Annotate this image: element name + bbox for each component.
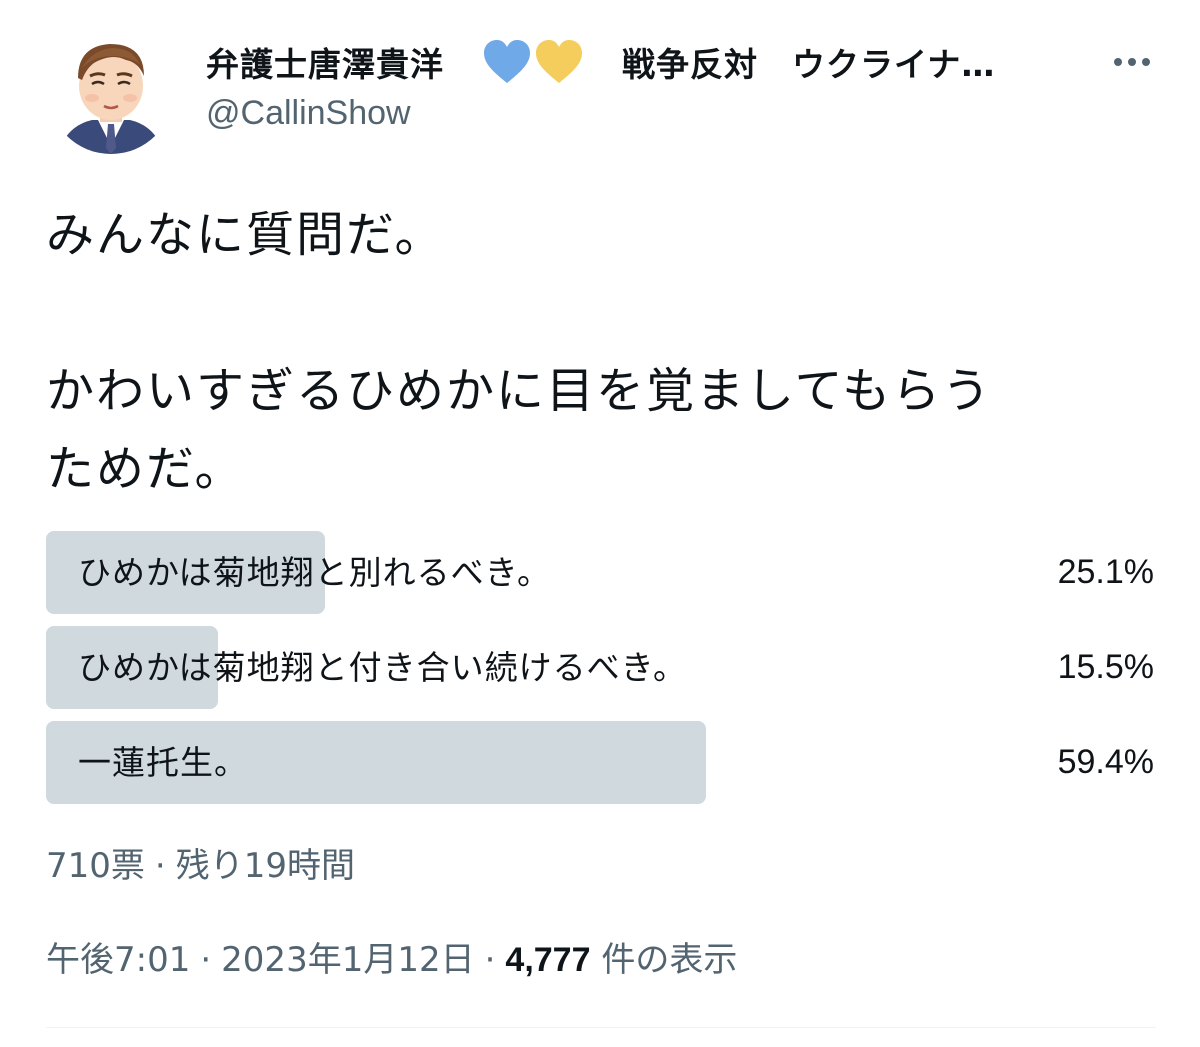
poll-meta: 710票 · 残り19時間 bbox=[46, 838, 355, 887]
more-dot-icon bbox=[1128, 58, 1136, 66]
poll-option-label: ひめかは菊地翔と別れるべき。 bbox=[78, 553, 552, 592]
heart-emojis bbox=[482, 39, 584, 85]
poll-option-percent: 59.4% bbox=[1057, 743, 1154, 781]
more-dot-icon bbox=[1114, 58, 1122, 66]
poll-vote-count: 710票 bbox=[46, 846, 145, 886]
views-count: 4,777 bbox=[505, 941, 591, 979]
blue-heart-icon bbox=[484, 40, 530, 83]
author-name-suffix[interactable]: 戦争反対 ウクライナ… bbox=[622, 38, 995, 86]
poll-option[interactable]: ひめかは菊地翔と別れるべき。 25.1% bbox=[46, 531, 1156, 614]
poll-option-percent: 25.1% bbox=[1057, 553, 1154, 591]
poll-time-remaining: 残り19時間 bbox=[175, 846, 355, 886]
timestamp-separator: · bbox=[484, 940, 496, 980]
poll-option-label: 一蓮托生。 bbox=[78, 743, 248, 782]
tweet-text: みんなに質問だ。 かわいすぎるひめかに目を覚ましてもらう ためだ。 bbox=[46, 207, 993, 497]
avatar[interactable] bbox=[48, 28, 174, 154]
poll-option-label: ひめかは菊地翔と付き合い続けるべき。 bbox=[78, 648, 688, 687]
poll-option[interactable]: ひめかは菊地翔と付き合い続けるべき。 15.5% bbox=[46, 626, 1156, 709]
poll-option-percent: 15.5% bbox=[1057, 648, 1154, 686]
poll-option[interactable]: 一蓮托生。 59.4% bbox=[46, 721, 1156, 804]
tweet-date[interactable]: 2023年1月12日 bbox=[221, 940, 474, 980]
more-options-button[interactable] bbox=[1108, 48, 1156, 76]
avatar-illustration bbox=[48, 28, 174, 154]
divider bbox=[46, 1027, 1156, 1028]
views-label: 件の表示 bbox=[601, 940, 738, 980]
more-dot-icon bbox=[1142, 58, 1150, 66]
author-handle[interactable]: @CallinShow bbox=[206, 94, 411, 133]
yellow-heart-icon bbox=[536, 40, 582, 83]
poll-meta-separator: · bbox=[154, 846, 166, 886]
author-display-name[interactable]: 弁護士唐澤貴洋 bbox=[206, 38, 444, 86]
poll: ひめかは菊地翔と別れるべき。 25.1% ひめかは菊地翔と付き合い続けるべき。 … bbox=[46, 531, 1156, 816]
tweet-timestamp-row: 午後7:01 · 2023年1月12日 · 4,777 件の表示 bbox=[46, 932, 737, 981]
timestamp-separator: · bbox=[200, 940, 212, 980]
author-name-row: 弁護士唐澤貴洋 戦争反対 ウクライナ… bbox=[206, 30, 995, 94]
tweet-time[interactable]: 午後7:01 bbox=[46, 940, 190, 980]
